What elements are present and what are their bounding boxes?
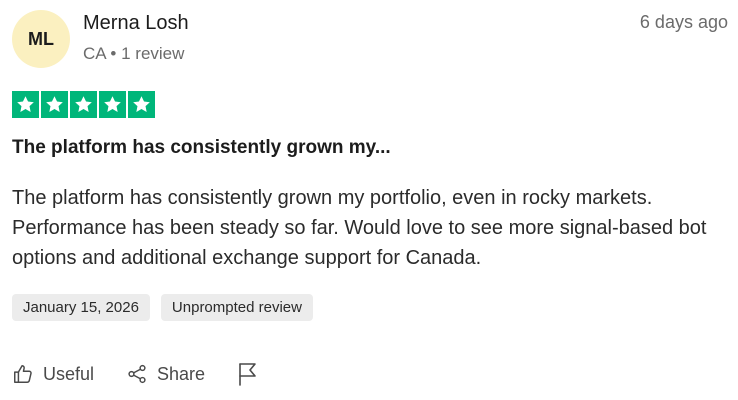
reviewer-review-count: 1 review (121, 44, 185, 63)
reviewer-name[interactable]: Merna Losh (83, 12, 189, 35)
star-icon (128, 91, 155, 118)
star-icon (70, 91, 97, 118)
star-rating (12, 91, 155, 118)
review-tags: January 15, 2026 Unprompted review (12, 294, 313, 321)
review-posted-ago: 6 days ago (639, 12, 728, 32)
review-actions: Useful Share (12, 362, 259, 386)
flag-icon (237, 362, 259, 386)
review-type-badge[interactable]: Unprompted review (160, 294, 313, 321)
review-body: The platform has consistently grown my p… (12, 187, 707, 269)
share-button[interactable]: Share (126, 363, 205, 385)
meta-separator: • (110, 44, 117, 63)
experience-date-badge: January 15, 2026 (12, 294, 150, 321)
report-flag-button[interactable] (237, 362, 259, 386)
reviewer-meta: CA • 1 review (83, 44, 184, 64)
useful-button[interactable]: Useful (12, 363, 94, 385)
share-label: Share (157, 363, 206, 384)
avatar[interactable]: ML (12, 10, 70, 68)
review-title[interactable]: The platform has consistently grown my..… (12, 137, 391, 159)
star-icon (12, 91, 39, 118)
star-icon (41, 91, 68, 118)
useful-label: Useful (43, 363, 95, 384)
star-icon (99, 91, 126, 118)
review-header: ML Merna Losh CA • 1 review 6 days ago (12, 10, 728, 70)
reviewer-country: CA (83, 44, 106, 63)
thumbs-up-icon (12, 363, 34, 385)
share-icon (126, 363, 148, 385)
